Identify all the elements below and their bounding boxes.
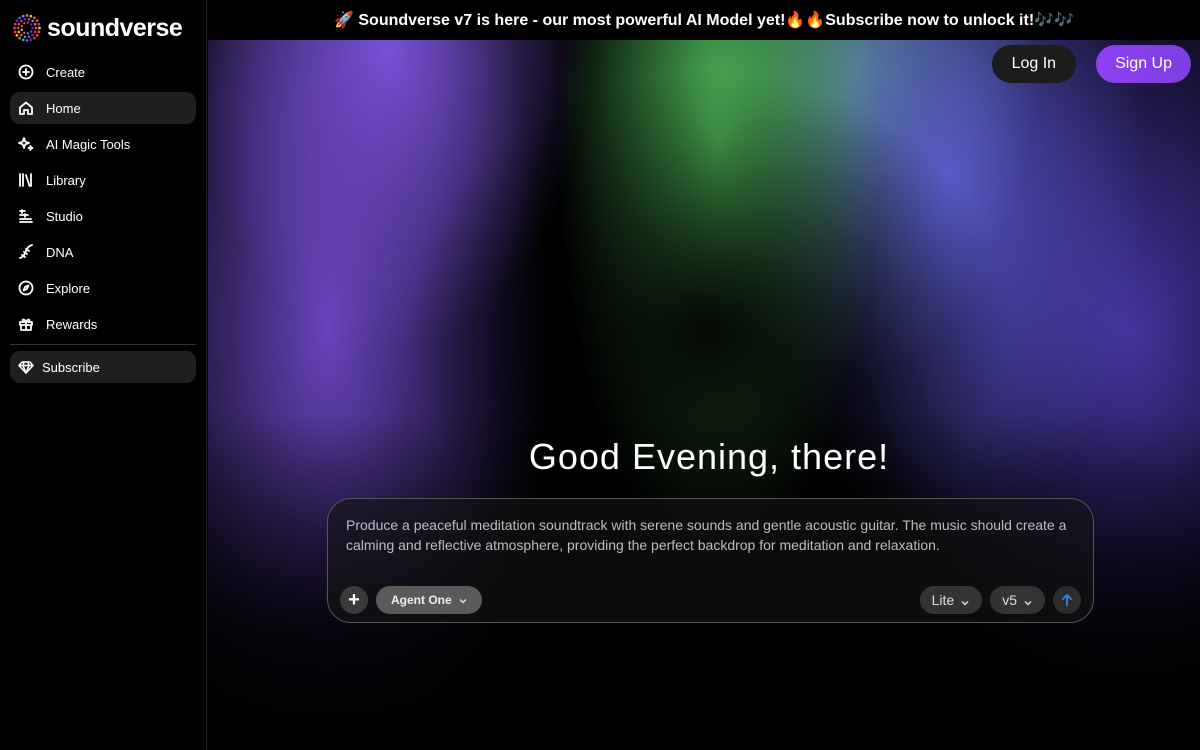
compass-icon xyxy=(18,280,34,296)
sidebar-item-label: Home xyxy=(46,100,81,116)
sidebar-item-create[interactable]: Create xyxy=(10,56,196,88)
sidebar-item-home[interactable]: Home xyxy=(10,92,196,124)
chevron-down-icon xyxy=(458,595,468,605)
sidebar: soundverse Create Home AI Magic Tools Li… xyxy=(0,0,207,750)
diamond-icon xyxy=(18,359,34,375)
login-button[interactable]: Log In xyxy=(991,45,1077,83)
home-icon xyxy=(18,100,34,116)
prompt-toolbar: + Agent One Lite v5 xyxy=(340,585,1081,615)
sidebar-item-label: Studio xyxy=(46,208,83,224)
sidebar-item-label: Explore xyxy=(46,280,91,296)
library-icon xyxy=(18,172,34,188)
greeting-heading: Good Evening, there! xyxy=(528,436,890,477)
sidebar-item-label: DNA xyxy=(46,244,74,260)
sunburst-dots-logo-icon xyxy=(13,14,41,42)
add-attachment-button[interactable]: + xyxy=(340,586,368,614)
auth-buttons: Log In Sign Up xyxy=(991,45,1191,83)
agent-label: Agent One xyxy=(391,593,452,607)
sidebar-item-label: Library xyxy=(46,172,86,188)
sidebar-nav: Create Home AI Magic Tools Library Studi… xyxy=(0,56,206,340)
mode-selector[interactable]: Lite xyxy=(919,586,983,614)
version-selector[interactable]: v5 xyxy=(990,586,1045,614)
chevron-down-icon xyxy=(1023,595,1033,606)
agent-selector[interactable]: Agent One xyxy=(376,586,482,614)
sidebar-item-library[interactable]: Library xyxy=(10,164,196,196)
prompt-box[interactable]: Produce a peaceful meditation soundtrack… xyxy=(327,498,1094,623)
arrow-up-icon xyxy=(1062,594,1072,606)
subscribe-label: Subscribe xyxy=(42,359,100,375)
version-label: v5 xyxy=(1002,592,1017,608)
sidebar-item-rewards[interactable]: Rewards xyxy=(10,308,196,340)
sidebar-item-ai-magic-tools[interactable]: AI Magic Tools xyxy=(10,128,196,160)
sidebar-item-studio[interactable]: Studio xyxy=(10,200,196,232)
signup-button[interactable]: Sign Up xyxy=(1096,45,1191,83)
sidebar-item-label: AI Magic Tools xyxy=(46,136,131,152)
sparkle-icon xyxy=(18,136,34,152)
plus-circle-icon xyxy=(18,64,34,80)
mode-label: Lite xyxy=(931,592,955,608)
chevron-down-icon xyxy=(960,595,970,606)
main-hero-background xyxy=(208,0,1200,750)
sidebar-item-dna[interactable]: DNA xyxy=(10,236,196,268)
announcement-banner[interactable]: 🚀 Soundverse v7 is here - our most power… xyxy=(208,0,1200,40)
logo[interactable]: soundverse xyxy=(0,0,206,56)
sidebar-item-label: Rewards xyxy=(46,316,98,332)
studio-icon xyxy=(18,208,34,224)
gift-icon xyxy=(18,316,34,332)
sidebar-item-label: Create xyxy=(46,64,86,80)
banner-text: 🚀 Soundverse v7 is here - our most power… xyxy=(334,12,1074,29)
send-button[interactable] xyxy=(1053,586,1081,614)
plus-icon: + xyxy=(348,588,360,611)
dna-icon xyxy=(18,244,34,260)
brand-name: soundverse xyxy=(47,13,183,42)
sidebar-divider xyxy=(10,344,196,345)
prompt-input[interactable]: Produce a peaceful meditation soundtrack… xyxy=(346,515,1076,555)
sidebar-item-explore[interactable]: Explore xyxy=(10,272,196,304)
subscribe-button[interactable]: Subscribe xyxy=(10,351,196,383)
